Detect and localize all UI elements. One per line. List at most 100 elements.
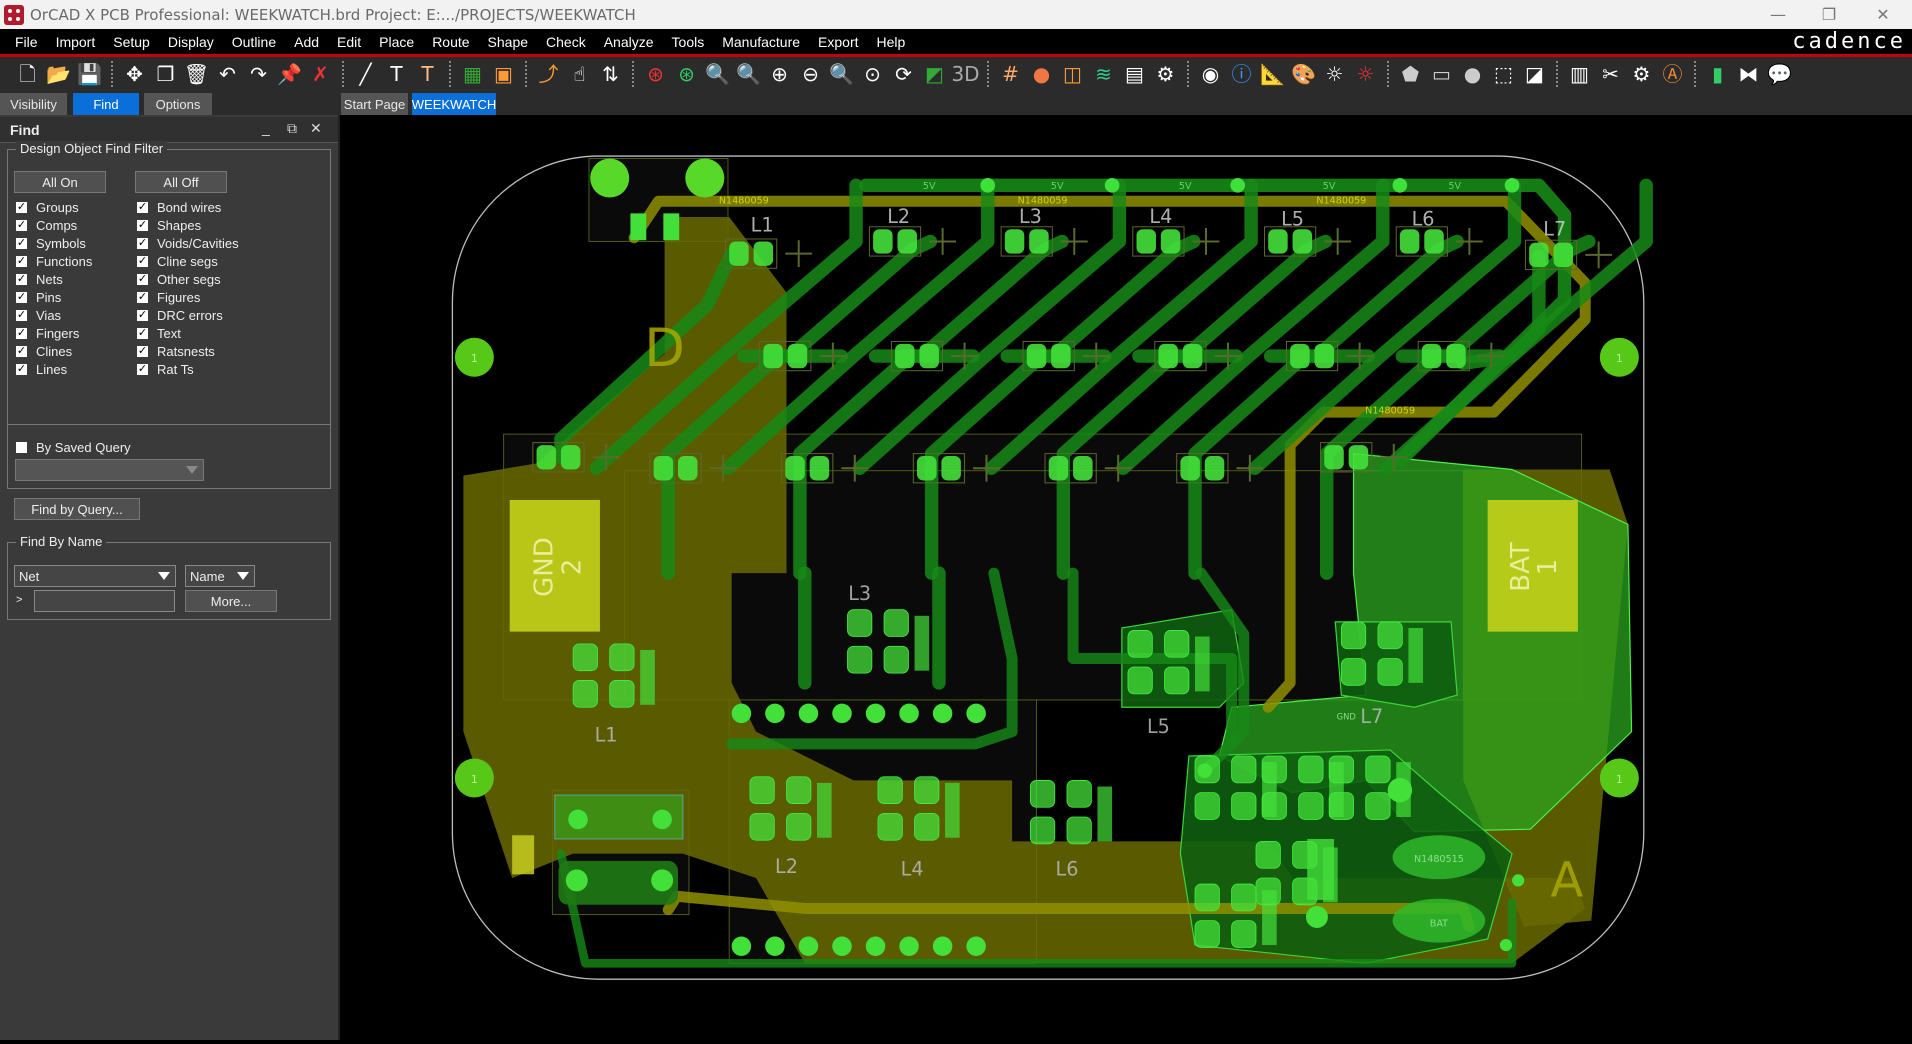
color-icon[interactable]: ● xyxy=(1026,59,1057,89)
pcb-board[interactable]: GND2 BAT11 11 1L1 L2 L3 L4 L5 L6 L7L3L1L2 L4 L6L5 L7… xyxy=(342,115,1912,1040)
open-folder-icon[interactable]: 📂 xyxy=(43,59,74,89)
tab-weekwatch[interactable]: WEEKWATCH xyxy=(412,93,496,115)
move-icon[interactable]: ✥ xyxy=(119,59,150,89)
menu-tools[interactable]: Tools xyxy=(663,34,714,50)
filter-checkbox-fingers[interactable]: ✓ Fingers xyxy=(16,324,79,342)
menu-shape[interactable]: Shape xyxy=(479,34,537,50)
menu-setup[interactable]: Setup xyxy=(104,34,159,50)
nc-parameters-icon[interactable]: ⚙ xyxy=(1626,59,1657,89)
copy-icon[interactable]: ❐ xyxy=(150,59,181,89)
checkbox-box[interactable]: ✓ xyxy=(16,219,27,231)
grid-icon[interactable]: # xyxy=(995,59,1026,89)
minimize-panel-button[interactable]: _ xyxy=(262,120,270,136)
checkbox-box[interactable]: ✓ xyxy=(137,219,148,231)
add-shape-rect-icon[interactable]: ▭ xyxy=(1426,59,1457,89)
menu-edit[interactable]: Edit xyxy=(328,34,370,50)
add-text-icon[interactable]: T xyxy=(381,59,412,89)
checkbox-box[interactable]: ✓ xyxy=(16,273,27,285)
filter-checkbox-figures[interactable]: ✓ Figures xyxy=(137,288,200,306)
filter-checkbox-functions[interactable]: ✓ Functions xyxy=(16,252,92,270)
menu-analyze[interactable]: Analyze xyxy=(595,34,663,50)
checkbox-box[interactable]: ✓ xyxy=(137,237,148,249)
filter-checkbox-text[interactable]: ✓ Text xyxy=(137,324,181,342)
unrats-icon[interactable]: ⊛ xyxy=(640,59,671,89)
zoom-previous-icon[interactable]: 🔍 xyxy=(826,59,857,89)
menu-import[interactable]: Import xyxy=(47,34,105,50)
checkbox-box[interactable]: ✓ xyxy=(137,363,148,375)
checkbox-box[interactable]: ✓ xyxy=(16,327,27,339)
dehighlight-icon[interactable]: ☼ xyxy=(1350,59,1381,89)
checkbox-box[interactable]: ✓ xyxy=(16,201,27,213)
checkbox-box[interactable]: ✓ xyxy=(16,345,27,357)
name-mode-select[interactable]: Name xyxy=(185,565,255,587)
tab-options[interactable]: Options xyxy=(144,93,212,115)
slide-icon[interactable]: ☝ xyxy=(564,59,595,89)
edit-text-icon[interactable]: T xyxy=(412,59,443,89)
3d-view-icon[interactable]: 3D xyxy=(950,59,981,89)
filter-checkbox-comps[interactable]: ✓ Comps xyxy=(16,216,77,234)
filter-checkbox-nets[interactable]: ✓ Nets xyxy=(16,270,63,288)
add-shape-polygon-icon[interactable]: ⬟ xyxy=(1395,59,1426,89)
minimize-button[interactable]: — xyxy=(1755,0,1801,29)
tab-visibility[interactable]: Visibility xyxy=(0,93,67,115)
save-icon[interactable]: 💾 xyxy=(74,59,105,89)
filter-checkbox-drc-errors[interactable]: ✓ DRC errors xyxy=(137,306,223,324)
menu-place[interactable]: Place xyxy=(370,34,423,50)
route-connect-icon[interactable]: ⤴ xyxy=(533,59,564,89)
checkbox-box[interactable]: ✓ xyxy=(137,291,148,303)
close-button[interactable]: ✕ xyxy=(1860,0,1906,29)
filter-checkbox-voids-cavities[interactable]: ✓ Voids/Cavities xyxy=(137,234,239,252)
checkbox-box[interactable]: ✓ xyxy=(137,201,148,213)
filter-checkbox-lines[interactable]: ✓ Lines xyxy=(16,360,67,378)
filter-checkbox-groups[interactable]: ✓ Groups xyxy=(16,198,79,216)
find-by-query-button[interactable]: Find by Query... xyxy=(14,498,140,520)
filter-checkbox-cline-segs[interactable]: ✓ Cline segs xyxy=(137,252,218,270)
menu-outline[interactable]: Outline xyxy=(223,34,285,50)
zoom-in-icon[interactable]: ⊕ xyxy=(764,59,795,89)
add-line-icon[interactable]: ╱ xyxy=(350,59,381,89)
menu-display[interactable]: Display xyxy=(159,34,223,50)
name-input[interactable] xyxy=(34,590,175,612)
pcb-canvas[interactable]: GND 2 BAT 1 1 1 1 1 L1 L2 L3 L4 L5 L6 L7 L3 L1 L2 L4 L6 L5 L7… xyxy=(342,115,1912,1040)
swap-icon[interactable]: ⧓ xyxy=(1733,59,1764,89)
zoom-center-icon[interactable]: ⊙ xyxy=(857,59,888,89)
restore-button[interactable]: ❐ xyxy=(1806,0,1852,29)
menu-file[interactable]: File xyxy=(6,34,47,50)
more-button[interactable]: More... xyxy=(185,590,277,612)
tab-find[interactable]: Find xyxy=(73,93,139,115)
float-panel-button[interactable]: ⧉ xyxy=(287,120,297,137)
checkbox-box[interactable]: ✓ xyxy=(16,255,27,267)
unpin-icon[interactable]: ✗ xyxy=(305,59,336,89)
shadow-icon[interactable]: ◫ xyxy=(1057,59,1088,89)
filter-checkbox-pins[interactable]: ✓ Pins xyxy=(16,288,61,306)
checkbox-box[interactable]: ✓ xyxy=(137,273,148,285)
filter-checkbox-vias[interactable]: ✓ Vias xyxy=(16,306,61,324)
checkbox-box[interactable]: ✓ xyxy=(137,327,148,339)
design-settings-icon[interactable]: ⚙ xyxy=(1150,59,1181,89)
filter-checkbox-symbols[interactable]: ✓ Symbols xyxy=(16,234,86,252)
object-type-select[interactable]: Net xyxy=(14,565,176,587)
all-on-button[interactable]: All On xyxy=(14,171,106,193)
undo-icon[interactable]: ↶ xyxy=(212,59,243,89)
filter-checkbox-other-segs[interactable]: ✓ Other segs xyxy=(137,270,221,288)
report-icon[interactable]: ▮ xyxy=(1702,59,1733,89)
checkbox-box[interactable]: ✓ xyxy=(137,255,148,267)
tab-start-page[interactable]: Start Page xyxy=(341,93,408,115)
filter-checkbox-shapes[interactable]: ✓ Shapes xyxy=(137,216,201,234)
saved-query-dropdown[interactable] xyxy=(15,459,204,481)
comment-icon[interactable]: 💬 xyxy=(1764,59,1795,89)
menu-manufacture[interactable]: Manufacture xyxy=(713,34,809,50)
menu-route[interactable]: Route xyxy=(423,34,478,50)
layers-icon[interactable]: ≋ xyxy=(1088,59,1119,89)
delete-icon[interactable]: 🗑 xyxy=(181,59,212,89)
filter-checkbox-rat-ts[interactable]: ✓ Rat Ts xyxy=(137,360,194,378)
menu-check[interactable]: Check xyxy=(537,34,595,50)
checkbox-box[interactable]: ✓ xyxy=(16,309,27,321)
place-component-icon[interactable]: ▣ xyxy=(488,59,519,89)
shape-void-icon[interactable]: ◪ xyxy=(1519,59,1550,89)
filter-checkbox-clines[interactable]: ✓ Clines xyxy=(16,342,72,360)
add-shape-circle-icon[interactable]: ● xyxy=(1457,59,1488,89)
pin-icon[interactable]: 📌 xyxy=(274,59,305,89)
redraw-icon[interactable]: ⟳ xyxy=(888,59,919,89)
redo-icon[interactable]: ↷ xyxy=(243,59,274,89)
